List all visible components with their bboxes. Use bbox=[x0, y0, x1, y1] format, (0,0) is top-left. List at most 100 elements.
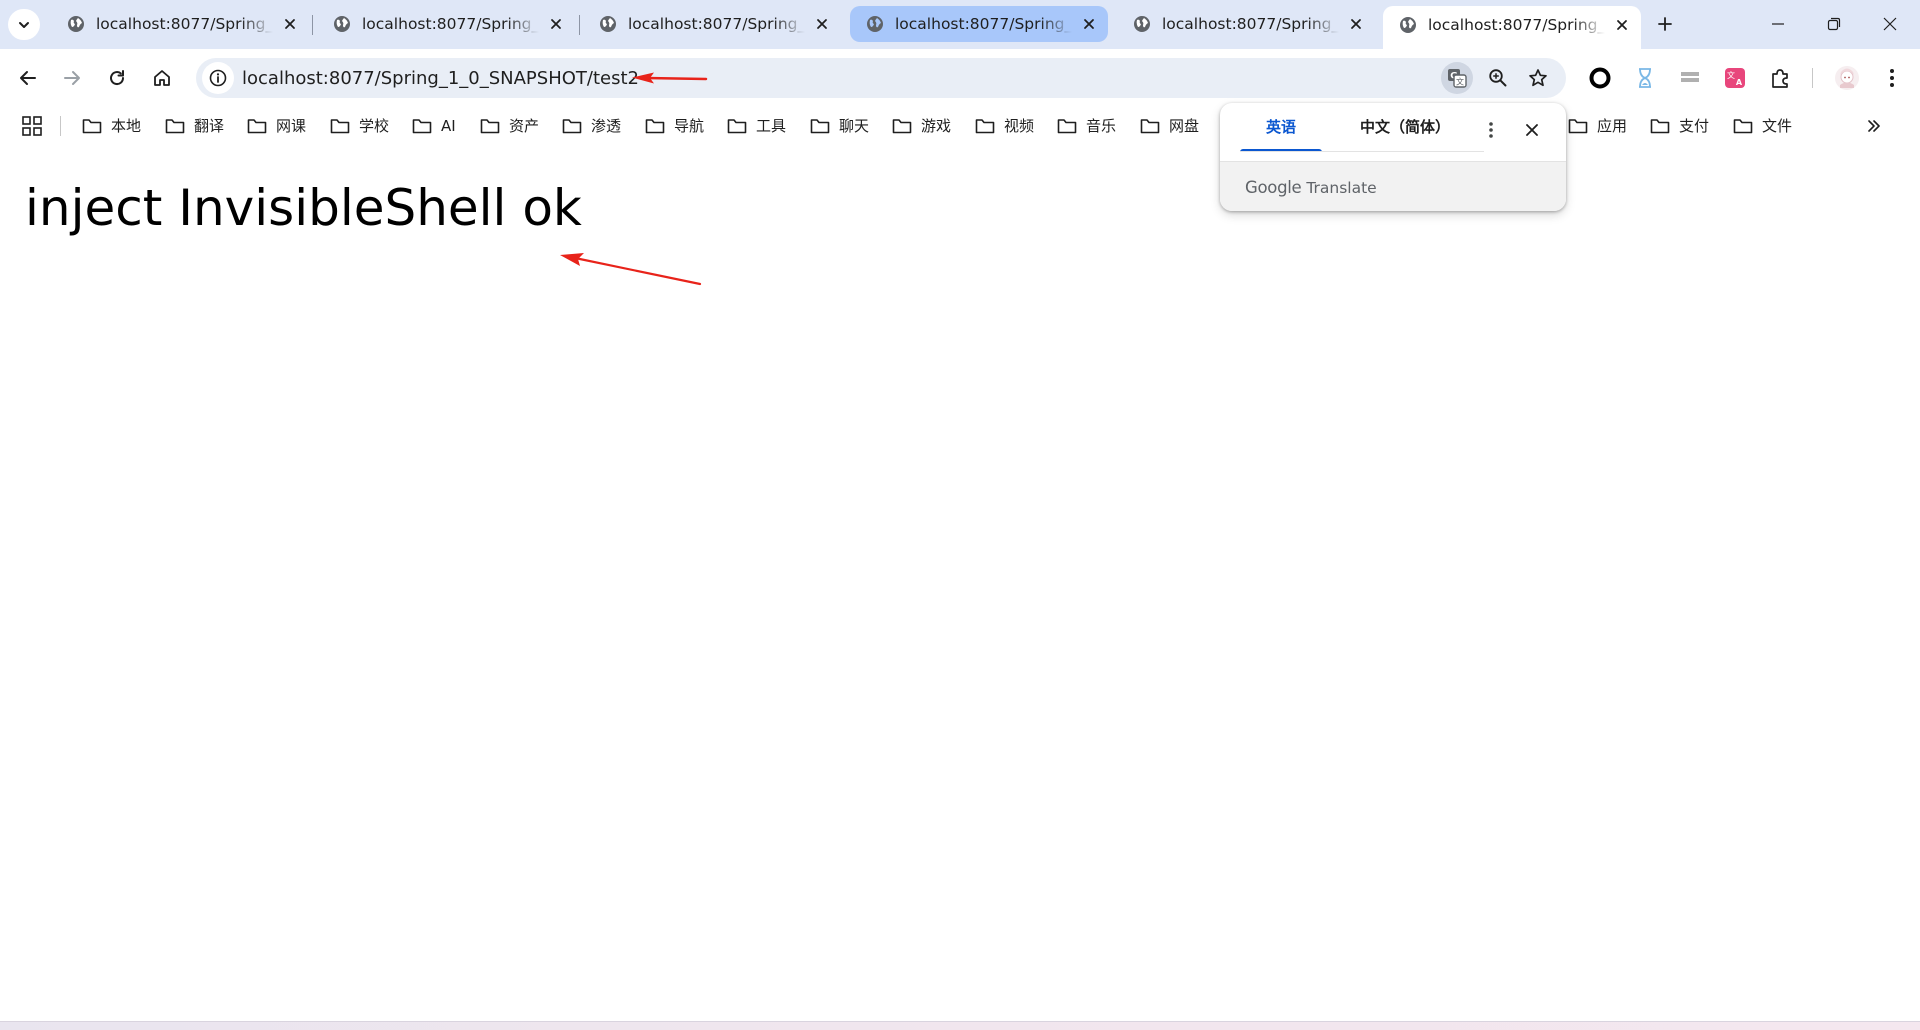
google-translate-logo: Google Translate bbox=[1245, 178, 1377, 197]
bookmark-label: 游戏 bbox=[921, 117, 952, 135]
translate-footer: Google Translate bbox=[1220, 161, 1566, 211]
tab-source-language[interactable]: 英语 bbox=[1240, 103, 1322, 152]
more-bookmarks-button[interactable] bbox=[1862, 114, 1886, 138]
bookmark-label: 音乐 bbox=[1086, 117, 1117, 135]
tab-title: localhost:8077/Spring_1_0_SNAPSHOT/test2 bbox=[1162, 15, 1339, 33]
bookmark-label: 支付 bbox=[1679, 117, 1710, 135]
bookmark-star-button[interactable] bbox=[1522, 62, 1554, 94]
bars-extension-icon bbox=[1681, 72, 1699, 82]
back-button[interactable] bbox=[11, 61, 45, 95]
kebab-menu-icon bbox=[1890, 69, 1894, 87]
tab-title: localhost:8077/Spring_1_0_SNAPSHOT/test2 bbox=[1428, 15, 1605, 34]
close-tab-button[interactable] bbox=[811, 13, 833, 35]
bookmark-folder[interactable]: AI bbox=[412, 112, 456, 139]
minimize-button[interactable] bbox=[1755, 6, 1801, 42]
bookmark-label: 学校 bbox=[359, 117, 390, 135]
globe-icon bbox=[600, 16, 616, 32]
page-message: inject InvisibleShell ok bbox=[25, 179, 582, 237]
folder-icon bbox=[247, 118, 267, 133]
bookmark-label: AI bbox=[441, 116, 456, 135]
close-tab-button[interactable] bbox=[1345, 13, 1367, 35]
hourglass-extension-icon bbox=[1639, 68, 1651, 88]
globe-icon bbox=[1400, 16, 1416, 33]
bookmark-folder[interactable]: 工具 bbox=[727, 112, 786, 139]
bookmarks-bar: 本地 翻译 网课 学校 AI 资产 渗透 导航 工具 聊天 游戏 视频 音乐 网… bbox=[0, 108, 1920, 142]
restore-button[interactable] bbox=[1811, 6, 1857, 42]
bookmark-label: 渗透 bbox=[591, 117, 622, 135]
close-tab-button[interactable] bbox=[1611, 14, 1633, 36]
address-bar[interactable]: localhost:8077/Spring_1_0_SNAPSHOT/test2… bbox=[196, 58, 1566, 98]
close-window-button[interactable] bbox=[1867, 6, 1913, 42]
bookmark-label: 网盘 bbox=[1169, 117, 1200, 135]
extension-translate[interactable]: 文A bbox=[1718, 61, 1752, 95]
svg-text:文: 文 bbox=[1456, 77, 1464, 87]
bookmark-folder[interactable]: 学校 bbox=[330, 112, 389, 139]
avatar bbox=[1835, 66, 1859, 90]
bookmark-label: 翻译 bbox=[194, 117, 225, 135]
close-icon bbox=[1084, 19, 1094, 29]
bookmark-folder[interactable]: 本地 bbox=[82, 112, 141, 139]
arrow-right-icon bbox=[64, 71, 80, 85]
folder-icon bbox=[1650, 118, 1670, 133]
close-tab-button[interactable] bbox=[545, 13, 567, 35]
extension-bars[interactable] bbox=[1673, 61, 1707, 95]
globe-icon bbox=[334, 16, 350, 32]
browser-menu-button[interactable] bbox=[1875, 61, 1909, 95]
toolbar-separator bbox=[1812, 68, 1813, 88]
bookmark-label: 聊天 bbox=[839, 117, 870, 135]
bookmark-folder[interactable]: 渗透 bbox=[562, 112, 621, 139]
bookmark-folder[interactable]: 支付 bbox=[1650, 112, 1709, 139]
tab-5[interactable]: localhost:8077/Spring_1_0_SNAPSHOT/test2 bbox=[1117, 6, 1375, 42]
reload-button[interactable] bbox=[100, 61, 134, 95]
bookmark-folder[interactable]: 应用 bbox=[1568, 112, 1627, 139]
site-info-button[interactable] bbox=[202, 62, 234, 94]
bookmark-folder[interactable]: 导航 bbox=[645, 112, 704, 139]
url-text[interactable]: localhost:8077/Spring_1_0_SNAPSHOT/test2 bbox=[242, 68, 639, 89]
tab-target-language[interactable]: 中文（简体） bbox=[1330, 103, 1480, 149]
forward-button[interactable] bbox=[55, 61, 89, 95]
bookmark-folder[interactable]: 视频 bbox=[975, 112, 1034, 139]
tab-3[interactable]: localhost:8077/Spring_1_0_SNAPSHOT/test2 bbox=[583, 6, 841, 42]
arrow-left-icon bbox=[20, 71, 36, 85]
translate-icon: G文 bbox=[1448, 69, 1467, 88]
bookmark-label: 网课 bbox=[276, 117, 307, 135]
extension-hourglass[interactable] bbox=[1628, 61, 1662, 95]
bookmark-folder[interactable]: 资产 bbox=[480, 112, 539, 139]
close-icon bbox=[1883, 17, 1897, 31]
tab-search-button[interactable] bbox=[8, 9, 40, 40]
new-tab-button[interactable] bbox=[1650, 9, 1680, 39]
bookmark-folder[interactable]: 翻译 bbox=[165, 112, 224, 139]
tab-title: localhost:8077/Spring_1_0_SNAPSHOT/test2 bbox=[362, 15, 539, 33]
tab-2[interactable]: localhost:8077/Spring_1_0_SNAPSHOT/test2 bbox=[317, 6, 575, 42]
translate-options-button[interactable] bbox=[1477, 116, 1505, 144]
extensions-button[interactable] bbox=[1763, 61, 1797, 95]
profile-avatar-button[interactable] bbox=[1830, 61, 1864, 95]
translate-extension-icon: 文A bbox=[1725, 68, 1745, 88]
close-icon bbox=[285, 19, 295, 29]
zoom-icon bbox=[1489, 69, 1507, 87]
bookmark-folder[interactable]: 文件 bbox=[1733, 112, 1792, 139]
home-button[interactable] bbox=[145, 61, 179, 95]
close-tab-button[interactable] bbox=[1078, 13, 1100, 35]
close-icon bbox=[1351, 19, 1361, 29]
translate-close-button[interactable] bbox=[1518, 116, 1546, 144]
bookmark-folder[interactable]: 音乐 bbox=[1057, 112, 1116, 139]
bookmark-folder[interactable]: 网盘 bbox=[1140, 112, 1199, 139]
folder-icon bbox=[562, 118, 582, 133]
navigation-toolbar: localhost:8077/Spring_1_0_SNAPSHOT/test2… bbox=[0, 49, 1920, 108]
tab-strip: localhost:8077/Spring_1_0_SNAPSHOT/test2… bbox=[0, 0, 1920, 49]
folder-icon bbox=[412, 118, 432, 133]
translate-page-button[interactable]: G文 bbox=[1441, 62, 1473, 94]
bookmark-folder[interactable]: 网课 bbox=[247, 112, 306, 139]
tab-6-active[interactable]: localhost:8077/Spring_1_0_SNAPSHOT/test2 bbox=[1383, 6, 1641, 49]
folder-icon bbox=[727, 118, 747, 133]
page-content: inject InvisibleShell ok bbox=[0, 142, 1920, 1021]
bookmark-folder[interactable]: 游戏 bbox=[892, 112, 951, 139]
extension-ring[interactable] bbox=[1583, 61, 1617, 95]
tab-1[interactable]: localhost:8077/Spring_1_0_SNAPSHOT/test2 bbox=[51, 6, 309, 42]
apps-grid-icon[interactable] bbox=[21, 115, 43, 137]
zoom-button[interactable] bbox=[1482, 62, 1514, 94]
tab-4[interactable]: localhost:8077/Spring_1_0_SNAPSHOT/test2 bbox=[850, 6, 1108, 42]
close-tab-button[interactable] bbox=[279, 13, 301, 35]
bookmark-folder[interactable]: 聊天 bbox=[810, 112, 869, 139]
